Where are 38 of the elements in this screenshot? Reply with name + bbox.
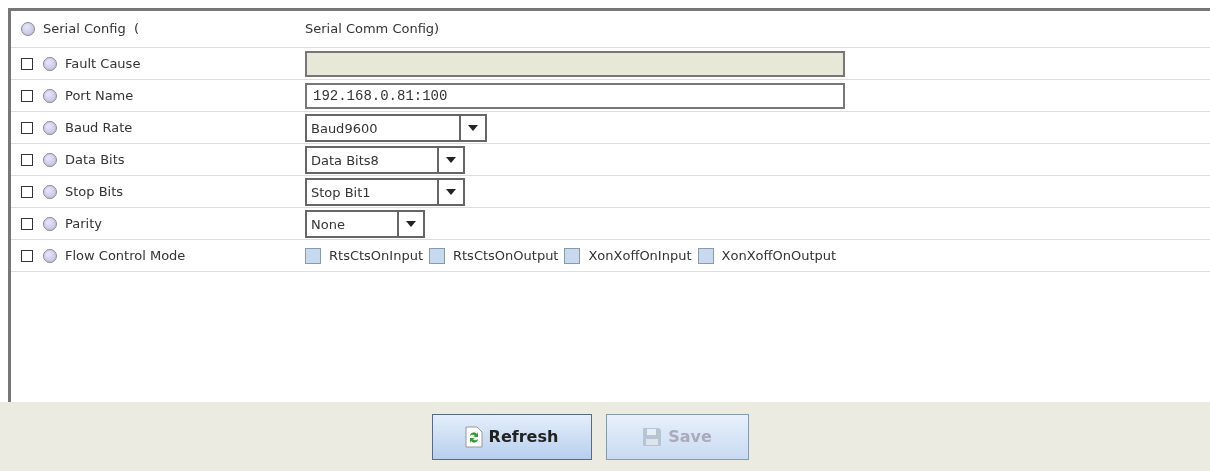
dropdown[interactable]: None [305,209,425,238]
property-label: Port Name [65,86,135,105]
caret-icon [446,188,456,195]
status-dot [43,216,57,231]
status-dot [43,56,57,71]
status-dot [43,88,57,103]
property-label: Stop Bits [65,182,125,201]
row-checkbox[interactable] [21,185,33,198]
dropdown[interactable]: Stop Bit1 [305,177,465,206]
status-dot [43,152,57,167]
status-dot [43,120,57,135]
row-checkbox[interactable] [21,249,33,262]
component-type: Serial Comm Config) [305,20,440,39]
status-dot [43,184,57,199]
status-dot [43,248,57,263]
row-checkbox[interactable] [21,121,33,134]
caret-icon [406,220,416,227]
flag-checkbox[interactable]: RtsCtsOnOutput [429,245,559,266]
flag-checkbox[interactable]: XonXoffOnInput [564,245,692,266]
row-checkbox[interactable] [21,153,33,166]
property-label: Baud Rate [65,118,134,137]
dropdown[interactable]: Baud9600 [305,113,487,142]
caret-icon [468,124,478,131]
caret-icon [446,156,456,163]
property-label: Fault Cause [65,54,142,73]
flag-checkbox[interactable]: RtsCtsOnInput [305,245,423,266]
dropdown[interactable]: Data Bits8 [305,145,465,174]
property-label: Parity [65,214,103,233]
refresh-button[interactable]: Refresh [431,413,592,460]
status-dot [21,22,35,36]
row-checkbox[interactable] [21,89,33,102]
property-label: Flow Control Mode [65,246,187,265]
flag-checkbox[interactable]: XonXoffOnOutput [697,245,837,266]
property-label: Data Bits [65,150,126,169]
row-checkbox[interactable] [21,217,33,230]
refresh-icon [464,425,483,448]
text-field[interactable]: 192.168.0.81:100 [305,82,845,109]
component-name: Serial Config ( [43,20,140,39]
